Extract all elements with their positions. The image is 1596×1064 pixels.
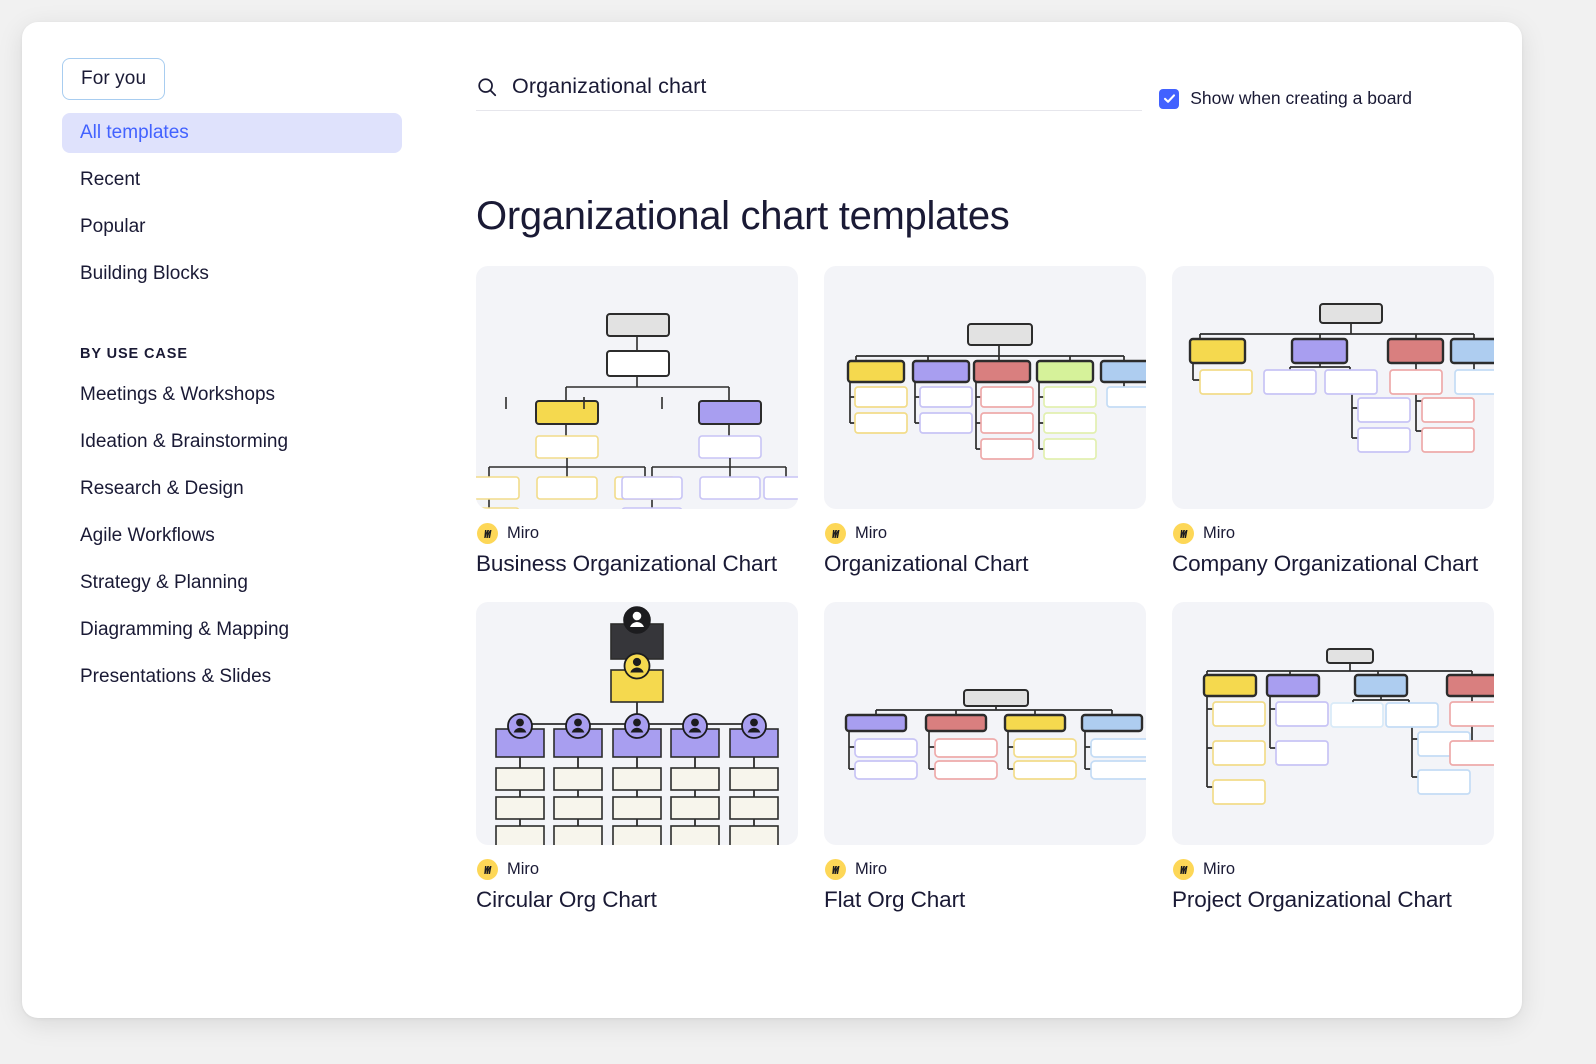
checkbox-checked[interactable]	[1159, 88, 1180, 109]
author-label: Miro	[855, 860, 888, 879]
sidebar-item-building-blocks[interactable]: Building Blocks	[62, 254, 402, 294]
template-card-organizational-chart[interactable]: Miro Organizational Chart	[824, 266, 1146, 578]
template-card-project-organizational-chart[interactable]: Miro Project Organizational Chart	[1172, 602, 1494, 914]
author-label: Miro	[1203, 860, 1236, 879]
project-org-chart-illustration	[1202, 648, 1494, 806]
sidebar-item-research-design[interactable]: Research & Design	[62, 469, 402, 509]
template-author: Miro	[825, 859, 1146, 881]
miro-logo-icon	[825, 859, 846, 881]
miro-logo-icon	[1173, 523, 1194, 544]
sidebar-item-diagramming-mapping[interactable]: Diagramming & Mapping	[62, 610, 402, 650]
sidebar-item-all-templates[interactable]: All templates	[62, 113, 402, 153]
sidebar-item-strategy-planning[interactable]: Strategy & Planning	[62, 563, 402, 603]
template-title[interactable]: Business Organizational Chart	[476, 550, 798, 578]
show-when-creating-label: Show when creating a board	[1190, 88, 1412, 108]
template-title[interactable]: Circular Org Chart	[476, 886, 798, 914]
templates-modal: For you All templates Recent Popular Bui…	[22, 22, 1522, 1018]
template-thumbnail[interactable]	[476, 266, 798, 509]
template-card-flat-org-chart[interactable]: Miro Flat Org Chart	[824, 602, 1146, 914]
miro-glyph	[1179, 865, 1187, 874]
miro-logo-icon	[477, 523, 498, 544]
sidebar-item-recent[interactable]: Recent	[62, 160, 402, 200]
sidebar-section-by-use-case: BY USE CASE	[80, 346, 188, 362]
template-author: Miro	[477, 859, 798, 881]
author-label: Miro	[855, 524, 888, 542]
miro-glyph	[1179, 529, 1187, 538]
search-icon	[478, 77, 497, 96]
template-grid: Miro Business Organizational Chart Miro …	[476, 266, 1498, 915]
template-title[interactable]: Flat Org Chart	[824, 886, 1146, 914]
author-label: Miro	[1203, 524, 1236, 542]
miro-glyph	[483, 529, 491, 538]
template-thumbnail[interactable]	[824, 266, 1146, 509]
template-card-circular-org-chart[interactable]: Miro Circular Org Chart	[476, 602, 798, 914]
business-org-chart-illustration	[476, 313, 798, 509]
miro-glyph	[483, 865, 491, 874]
check-icon	[1163, 94, 1175, 103]
flat-org-chart-illustration	[844, 689, 1146, 781]
template-title[interactable]: Organizational Chart	[824, 550, 1146, 578]
for-you-button[interactable]: For you	[62, 58, 166, 100]
template-title[interactable]: Project Organizational Chart	[1172, 886, 1494, 914]
template-author: Miro	[825, 523, 1146, 544]
miro-logo-icon	[1173, 859, 1194, 881]
show-when-creating-checkbox-row[interactable]: Show when creating a board	[1159, 88, 1412, 109]
sidebar-item-meetings-workshops[interactable]: Meetings & Workshops	[62, 375, 402, 415]
sidebar-nav: All templates Recent Popular Building Bl…	[62, 113, 402, 294]
circular-org-chart-illustration	[495, 606, 779, 846]
author-label: Miro	[507, 860, 540, 879]
sidebar: For you All templates Recent Popular Bui…	[62, 58, 402, 697]
template-thumbnail[interactable]	[1172, 602, 1494, 846]
author-label: Miro	[507, 524, 540, 542]
template-thumbnail[interactable]	[824, 602, 1146, 846]
template-author: Miro	[1173, 523, 1494, 544]
template-author: Miro	[477, 523, 798, 544]
sidebar-item-agile-workflows[interactable]: Agile Workflows	[62, 516, 402, 556]
miro-glyph	[831, 865, 839, 874]
sidebar-item-presentations-slides[interactable]: Presentations & Slides	[62, 657, 402, 697]
template-card-company-organizational-chart[interactable]: Miro Company Organizational Chart	[1172, 266, 1494, 578]
sidebar-item-popular[interactable]: Popular	[62, 207, 402, 247]
template-thumbnail[interactable]	[1172, 266, 1494, 509]
org-chart-illustration	[846, 323, 1146, 460]
sidebar-use-case-nav: Meetings & Workshops Ideation & Brainsto…	[62, 375, 402, 697]
search-bar[interactable]	[476, 74, 1142, 111]
template-author: Miro	[1173, 859, 1494, 881]
company-org-chart-illustration	[1188, 303, 1494, 453]
miro-logo-icon	[477, 859, 498, 881]
sidebar-item-ideation-brainstorming[interactable]: Ideation & Brainstorming	[62, 422, 402, 462]
miro-glyph	[831, 529, 839, 538]
page-title: Organizational chart templates	[476, 194, 1010, 238]
template-title[interactable]: Company Organizational Chart	[1172, 550, 1494, 578]
template-card-business-organizational-chart[interactable]: Miro Business Organizational Chart	[476, 266, 798, 578]
search-input[interactable]	[512, 74, 1142, 99]
miro-logo-icon	[825, 523, 846, 544]
template-thumbnail[interactable]	[476, 602, 798, 846]
